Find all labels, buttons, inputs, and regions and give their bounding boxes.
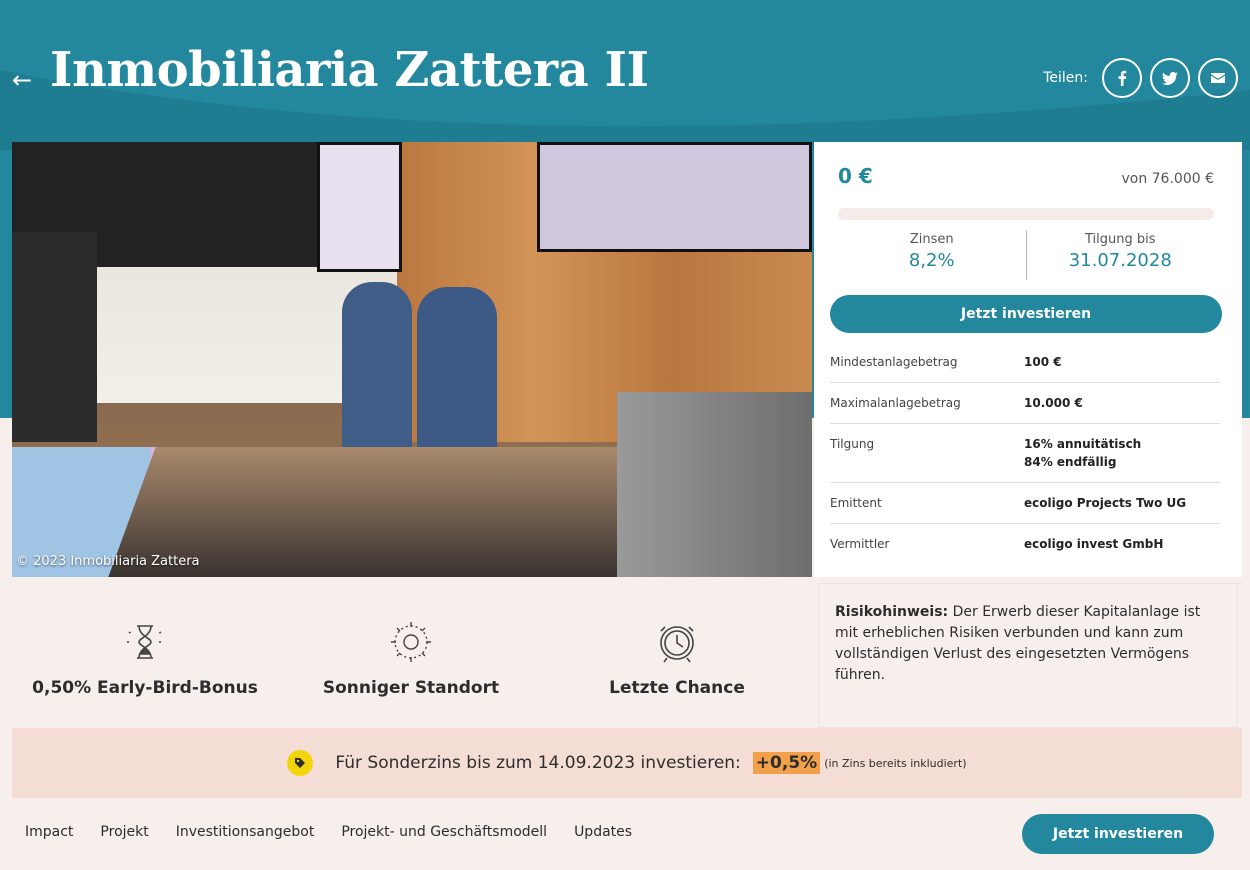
feature-sunny-location: Sonniger Standort	[278, 578, 544, 728]
alarm-clock-icon	[544, 618, 810, 666]
photo-credit: © 2023 Inmobiliaria Zattera	[16, 554, 200, 569]
page-title: Inmobiliaria Zattera II	[50, 42, 649, 98]
tab-projekt[interactable]: Projekt	[100, 824, 148, 840]
detail-row: Emittent ecoligo Projects Two UG	[830, 483, 1220, 524]
stat-value: 31.07.2028	[1068, 250, 1172, 271]
feature-early-bird: 0,50% Early-Bird-Bonus	[12, 578, 278, 728]
stat-value: 8,2%	[908, 250, 955, 271]
detail-value-line: 16% annuitätisch	[1024, 437, 1142, 451]
feature-label: Letzte Chance	[609, 678, 745, 698]
detail-row: Maximalanlagebetrag 10.000 €	[830, 383, 1220, 424]
bottom-nav: Impact Projekt Investitionsangebot Proje…	[0, 798, 1250, 870]
mail-icon	[1211, 73, 1225, 83]
facebook-share-button[interactable]	[1102, 58, 1142, 98]
detail-key: Mindestanlagebetrag	[830, 355, 958, 369]
detail-row: Mindestanlagebetrag 100 €	[830, 342, 1220, 383]
detail-value: ecoligo Projects Two UG	[1024, 496, 1187, 510]
project-features: 0,50% Early-Bird-Bonus Sonniger Standort…	[12, 578, 812, 728]
promo-note: (in Zins bereits inkludiert)	[824, 756, 967, 770]
twitter-icon	[1162, 71, 1178, 85]
detail-value: ecoligo invest GmbH	[1024, 537, 1164, 551]
share-label: Teilen:	[1043, 70, 1088, 86]
project-photo: © 2023 Inmobiliaria Zattera	[12, 142, 812, 577]
nav-invest-now-button[interactable]: Jetzt investieren	[1022, 814, 1214, 854]
stat-label: Zinsen	[909, 232, 954, 247]
photo-fridge	[12, 232, 97, 442]
stat-interest: Zinsen 8,2%	[838, 230, 1026, 280]
funding-row: 0 € von 76.000 €	[838, 164, 1214, 188]
investment-card: 0 € von 76.000 € Zinsen 8,2% Tilgung bis…	[814, 142, 1242, 577]
detail-key: Maximalanlagebetrag	[830, 396, 961, 410]
promo-bonus: +0,5%	[752, 752, 821, 774]
promo-text: Für Sonderzins bis zum 14.09.2023 invest…	[335, 753, 741, 773]
funding-progress-bar	[838, 208, 1214, 220]
detail-key: Tilgung	[830, 437, 875, 451]
funding-goal: von 76.000 €	[1121, 171, 1214, 187]
funded-amount: 0 €	[838, 164, 873, 188]
detail-value-line: 84% endfällig	[1024, 455, 1117, 469]
facebook-icon	[1118, 70, 1127, 86]
investment-details: Mindestanlagebetrag 100 € Maximalanlageb…	[830, 342, 1220, 564]
stat-repayment: Tilgung bis 31.07.2028	[1025, 230, 1215, 280]
tab-investitionsangebot[interactable]: Investitionsangebot	[176, 824, 315, 840]
tab-projekt-und-geschaeftsmodell[interactable]: Projekt- und Geschäftsmodell	[341, 824, 547, 840]
special-interest-banner: Für Sonderzins bis zum 14.09.2023 invest…	[12, 728, 1242, 798]
detail-row: Tilgung 16% annuitätisch 84% endfällig	[830, 424, 1220, 483]
tag-icon	[287, 750, 314, 776]
risk-notice: Risikohinweis: Der Erwerb dieser Kapital…	[818, 583, 1238, 728]
invest-now-button[interactable]: Jetzt investieren	[830, 295, 1222, 333]
feature-last-chance: Letzte Chance	[544, 578, 810, 728]
stat-label: Tilgung bis	[1084, 232, 1156, 247]
risk-title: Risikohinweis:	[835, 604, 949, 620]
tab-updates[interactable]: Updates	[574, 824, 632, 840]
detail-value: 100 €	[1024, 355, 1062, 369]
feature-label: Sonniger Standort	[322, 678, 500, 698]
tab-impact[interactable]: Impact	[25, 824, 73, 840]
photo-screen-1	[317, 142, 402, 272]
detail-value: 16% annuitätisch 84% endfällig	[1024, 435, 1141, 471]
sun-icon	[278, 618, 544, 666]
detail-key: Vermittler	[830, 537, 890, 551]
photo-steel-counter	[617, 392, 812, 577]
section-tabs: Impact Projekt Investitionsangebot Proje…	[25, 824, 632, 840]
key-stats: Zinsen 8,2% Tilgung bis 31.07.2028	[838, 230, 1214, 280]
share-bar: Teilen:	[1043, 58, 1238, 98]
back-arrow-icon[interactable]: ←	[12, 66, 32, 94]
detail-key: Emittent	[830, 496, 882, 510]
detail-value: 10.000 €	[1024, 396, 1083, 410]
hourglass-icon	[12, 618, 278, 666]
twitter-share-button[interactable]	[1150, 58, 1190, 98]
detail-row: Vermittler ecoligo invest GmbH	[830, 524, 1220, 564]
photo-screen-2	[537, 142, 812, 252]
feature-label: 0,50% Early-Bird-Bonus	[32, 678, 258, 698]
mail-share-button[interactable]	[1198, 58, 1238, 98]
